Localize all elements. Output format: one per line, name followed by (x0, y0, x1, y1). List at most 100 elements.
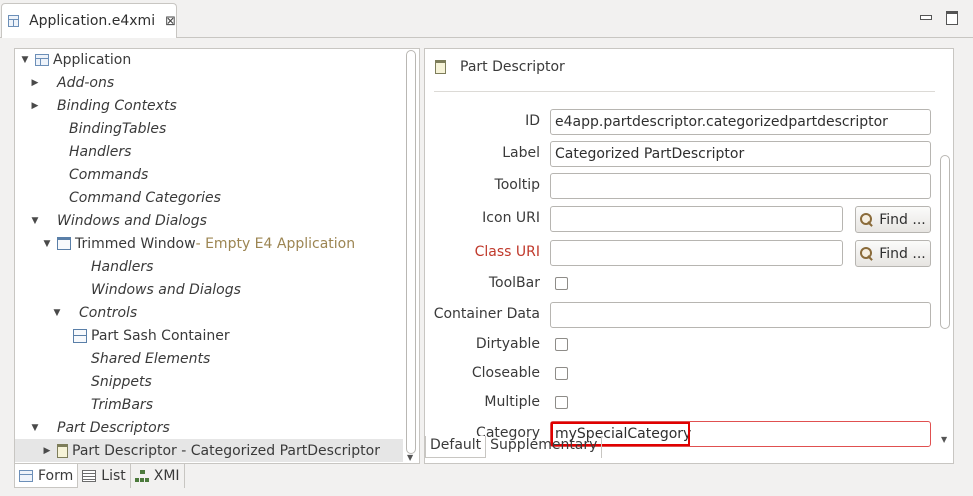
tab-xmi-label: XMI (153, 468, 180, 484)
detail-scrollbar-thumb[interactable] (940, 155, 950, 329)
tree-item[interactable]: Snippets (15, 370, 152, 393)
expanded-twisty-icon[interactable]: ▼ (29, 216, 41, 226)
tree-item[interactable]: TrimBars (15, 393, 153, 416)
tree-item[interactable]: Shared Elements (15, 347, 210, 370)
collapsed-twisty-icon[interactable]: ▶ (29, 78, 41, 88)
expanded-twisty-icon[interactable]: ▼ (41, 239, 53, 249)
dirtyable-checkbox[interactable] (555, 338, 568, 351)
minimize-icon[interactable] (918, 10, 932, 24)
tree-item[interactable]: Command Categories (15, 186, 221, 209)
list-icon (82, 470, 97, 482)
part-sash-container-icon (73, 328, 87, 343)
tree-item-label: Add-ons (57, 74, 115, 91)
icon-uri-find-button[interactable]: Find ... (855, 206, 931, 233)
tree-item-label: Handlers (91, 258, 154, 275)
close-icon[interactable]: ⊠ (165, 14, 176, 29)
editor-tab-application-e4xmi[interactable]: Application.e4xmi ⊠ (1, 3, 177, 38)
tab-xmi[interactable]: XMI (131, 464, 185, 488)
toolbar-checkbox[interactable] (555, 277, 568, 290)
application-icon (35, 53, 49, 66)
tree-item[interactable]: Commands (15, 163, 148, 186)
tree-scrollbar-thumb[interactable] (406, 50, 416, 454)
dirtyable-row: Dirtyable (425, 332, 940, 358)
closeable-label: Closeable (471, 365, 540, 381)
multiple-checkbox[interactable] (555, 396, 568, 409)
editor-body: ▼ Application ▶ Add-ons ▶ Binding Contexts Bin… (0, 38, 973, 464)
model-tree[interactable]: ▼ Application ▶ Add-ons ▶ Binding Contexts Bin… (14, 48, 420, 464)
detail-sub-tabs: Default Supplementary (425, 436, 953, 462)
tree-item-label: BindingTables (69, 120, 167, 137)
xmi-tree-icon (134, 469, 149, 483)
collapsed-twisty-icon[interactable]: ▶ (29, 101, 41, 111)
multiple-label: Multiple (484, 394, 540, 410)
tree-scrollbar[interactable]: ▼ (405, 50, 417, 464)
container-data-field[interactable] (550, 302, 931, 328)
expanded-twisty-icon[interactable]: ▼ (29, 423, 41, 433)
editor-tab-title: Application.e4xmi (29, 13, 156, 29)
tree-item-label: Windows and Dialogs (57, 212, 207, 229)
class-uri-find-button[interactable]: Find ... (855, 240, 931, 267)
tree-item-label: Trimmed Window (75, 235, 196, 252)
toolbar-row: ToolBar (425, 271, 940, 297)
icon-uri-row: Icon URI Find ... (425, 206, 940, 233)
tree-item[interactable]: BindingTables (15, 117, 166, 140)
editor-page-tabs: Form List XMI (14, 464, 185, 488)
dirtyable-label: Dirtyable (475, 336, 540, 352)
toolbar-label: ToolBar (488, 275, 540, 291)
closeable-checkbox[interactable] (555, 367, 568, 380)
find-button-label: Find ... (879, 245, 926, 262)
tree-item-label: Commands (69, 166, 149, 183)
tree-item[interactable]: ▼ Application (15, 49, 132, 71)
tree-item-label: Part Descriptors (57, 419, 170, 436)
tree-item[interactable]: ▶ Binding Contexts (15, 94, 177, 117)
label-field[interactable] (550, 141, 931, 167)
label-label: Label (502, 145, 540, 161)
tree-item[interactable]: ▼ Windows and Dialogs (15, 209, 207, 232)
detail-scrollbar[interactable]: ▼ (939, 101, 951, 445)
tree-item-label: Command Categories (69, 189, 221, 206)
tree-item[interactable]: ▼ Trimmed Window - Empty E4 Application (15, 232, 356, 255)
collapsed-twisty-icon[interactable]: ▶ (41, 446, 53, 456)
container-data-row: Container Data (425, 302, 940, 328)
part-descriptor-icon (57, 443, 68, 458)
id-row: ID (425, 109, 940, 135)
expanded-twisty-icon[interactable]: ▼ (51, 308, 63, 318)
find-button-label: Find ... (879, 211, 926, 228)
tooltip-label: Tooltip (494, 177, 540, 193)
scroll-down-arrow-icon[interactable]: ▼ (407, 453, 413, 462)
tree-item[interactable]: ▼ Part Descriptors (15, 416, 170, 439)
tree-item-label: TrimBars (91, 396, 153, 413)
tooltip-field[interactable] (550, 173, 931, 199)
container-data-label: Container Data (433, 306, 540, 322)
tab-form[interactable]: Form (14, 464, 79, 488)
tab-list[interactable]: List (78, 464, 131, 488)
tree-item[interactable]: Handlers (15, 255, 153, 278)
detail-divider (434, 91, 935, 92)
tree-item-label: Windows and Dialogs (91, 281, 241, 298)
tree-item-label: Binding Contexts (57, 97, 177, 114)
expanded-twisty-icon[interactable]: ▼ (19, 55, 31, 65)
tree-item[interactable]: Handlers (15, 140, 131, 163)
magnifier-icon (860, 212, 874, 227)
icon-uri-field[interactable] (550, 206, 843, 232)
class-uri-row: Class URI Find ... (425, 240, 940, 267)
trimmed-window-icon (57, 237, 71, 250)
maximize-icon[interactable] (945, 10, 959, 25)
multiple-row: Multiple (425, 390, 940, 416)
editor-tab-bar: Application.e4xmi ⊠ (0, 0, 973, 38)
tree-item-label: Controls (79, 304, 138, 321)
detail-header: Part Descriptor (435, 59, 565, 75)
class-uri-field[interactable] (550, 240, 843, 266)
icon-uri-label: Icon URI (482, 210, 540, 226)
tree-item[interactable]: ▶ Add-ons (15, 71, 115, 94)
tab-default[interactable]: Default (425, 436, 487, 458)
tree-item[interactable]: Windows and Dialogs (15, 278, 241, 301)
closeable-row: Closeable (425, 361, 940, 387)
tree-item[interactable]: ▶ Part Descriptor - Categorized PartDescr… (15, 439, 403, 462)
tree-item[interactable]: ▼ Controls (15, 301, 138, 324)
tab-form-label: Form (38, 467, 74, 484)
id-field[interactable] (550, 109, 931, 135)
tree-item[interactable]: Part Sash Container (15, 324, 230, 347)
tree-item-label: Part Descriptor - Categorized PartDescri… (72, 442, 380, 459)
tab-supplementary[interactable]: Supplementary (486, 436, 603, 458)
